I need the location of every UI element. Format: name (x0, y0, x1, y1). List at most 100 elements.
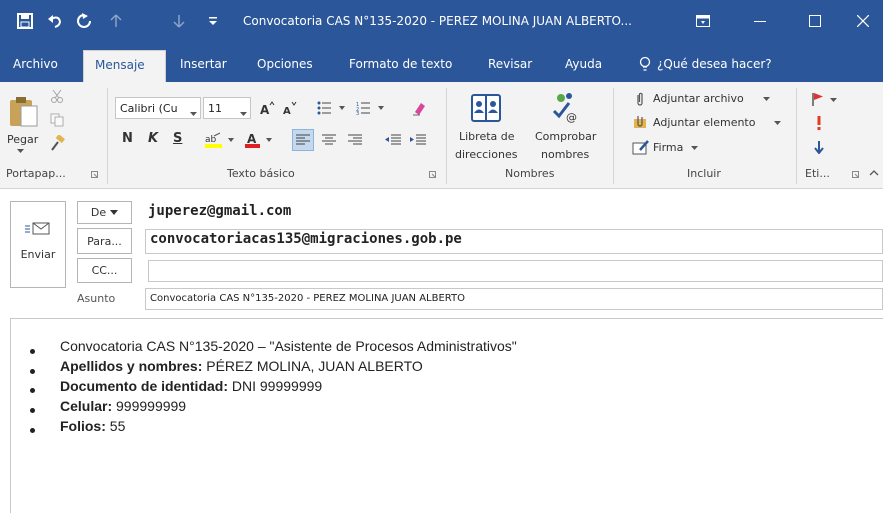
body-line-2-label: Apellidos y nombres: (60, 358, 203, 374)
follow-up-dropdown-icon[interactable] (828, 95, 838, 105)
to-field[interactable]: convocatoriacas135@migraciones.gob.pe (145, 229, 883, 254)
underline-button[interactable]: S (173, 131, 182, 146)
tell-me-search[interactable]: ¿Qué desea hacer? (657, 57, 772, 71)
tab-opciones[interactable]: Opciones (257, 57, 313, 71)
highlight-icon[interactable]: ab (203, 129, 239, 151)
address-book-line2[interactable]: direcciones (455, 148, 517, 161)
body-line-4: Celular: 999999999 (60, 398, 186, 414)
undo-icon[interactable] (44, 11, 66, 31)
attach-file-button[interactable]: Adjuntar archivo (653, 92, 744, 105)
bullet (30, 408, 35, 413)
tab-mensaje-label: Mensaje (95, 58, 145, 72)
signature-dropdown-icon[interactable] (689, 143, 699, 153)
paste-dropdown-icon[interactable] (15, 147, 25, 155)
check-names-line1[interactable]: Comprobar (535, 130, 596, 143)
attach-item-dropdown-icon[interactable] (772, 118, 782, 128)
close-icon[interactable] (843, 8, 883, 34)
bullets-icon[interactable] (316, 97, 352, 119)
tab-ayuda[interactable]: Ayuda (565, 57, 602, 71)
align-right-icon[interactable] (344, 129, 366, 151)
attach-item-icon (632, 114, 650, 130)
align-left-icon[interactable] (292, 129, 314, 151)
signature-button[interactable]: Firma (653, 141, 683, 154)
arrow-down-icon[interactable] (170, 11, 188, 31)
minimize-icon[interactable] (740, 8, 780, 34)
tags-launcher-icon[interactable] (851, 170, 859, 178)
from-dropdown-icon (110, 210, 119, 215)
body-line-3: Documento de identidad: DNI 99999999 (60, 378, 322, 394)
align-center-icon[interactable] (318, 129, 340, 151)
body-line-2-value: PÉREZ MOLINA, JUAN ALBERTO (202, 358, 423, 374)
font-name-combo[interactable]: Calibri (Cu (115, 97, 201, 119)
maximize-icon[interactable] (795, 8, 835, 34)
address-book-line1[interactable]: Libreta de (459, 130, 515, 143)
svg-text:A: A (247, 132, 257, 146)
shrink-font-icon[interactable]: A (281, 97, 299, 119)
bullet (30, 369, 35, 374)
clipboard-launcher-icon[interactable] (90, 170, 98, 178)
save-icon[interactable] (14, 11, 36, 31)
decrease-indent-icon[interactable] (382, 129, 404, 151)
to-value: convocatoriacas135@migraciones.gob.pe (150, 231, 462, 247)
tab-formato-de-texto[interactable]: Formato de texto (349, 57, 452, 71)
tab-mensaje[interactable]: Mensaje (83, 50, 166, 82)
include-group-label: Incluir (687, 167, 721, 180)
clipboard-group-label: Portapap... (6, 167, 66, 180)
attach-file-dropdown-icon[interactable] (761, 94, 771, 104)
subject-label: Asunto (77, 292, 116, 305)
increase-indent-icon[interactable] (407, 129, 429, 151)
tab-archivo[interactable]: Archivo (13, 57, 58, 71)
follow-up-flag-icon[interactable] (810, 91, 826, 107)
send-label: Enviar (20, 248, 56, 261)
arrow-up-icon[interactable] (107, 11, 125, 31)
ribbon-display-options-icon[interactable] (683, 8, 723, 34)
low-importance-icon[interactable] (812, 138, 826, 156)
collapse-ribbon-icon[interactable] (867, 166, 881, 180)
body-line-3-value: DNI 99999999 (228, 378, 323, 394)
format-painter-icon[interactable] (48, 134, 66, 152)
body-line-3-label: Documento de identidad: (60, 378, 228, 394)
numbering-icon[interactable]: 123 (355, 97, 391, 119)
redo-icon[interactable] (73, 11, 95, 31)
font-size-dropdown-icon[interactable] (240, 106, 247, 119)
send-icon (25, 222, 50, 235)
paperclip-icon (633, 91, 647, 107)
copy-icon[interactable] (48, 112, 66, 128)
send-button[interactable]: Enviar (10, 201, 66, 288)
cc-field[interactable] (148, 260, 883, 282)
font-color-icon[interactable]: A (243, 129, 279, 151)
italic-button[interactable]: K (148, 131, 158, 146)
customize-qat-icon[interactable] (206, 11, 220, 31)
tab-revisar[interactable]: Revisar (488, 57, 532, 71)
window-title: Convocatoria CAS N°135-2020 - PEREZ MOLI… (243, 14, 632, 28)
cc-button[interactable]: CC... (77, 258, 132, 283)
address-book-icon[interactable] (468, 90, 504, 126)
tab-insertar[interactable]: Insertar (180, 57, 227, 71)
body-line-1: Convocatoria CAS N°135-2020 – "Asistente… (60, 338, 517, 354)
font-name-dropdown-icon[interactable] (190, 106, 197, 119)
paste-icon[interactable] (5, 93, 41, 129)
grow-font-icon[interactable]: A (257, 97, 277, 119)
subject-value: Convocatoria CAS N°135-2020 - PEREZ MOLI… (150, 293, 465, 304)
bold-button[interactable]: N (122, 131, 133, 146)
attach-item-button[interactable]: Adjuntar elemento (653, 116, 755, 129)
svg-text:A: A (260, 103, 270, 116)
from-button[interactable]: De (77, 201, 132, 224)
svg-text:@: @ (566, 111, 577, 123)
to-button[interactable]: Para... (77, 228, 132, 254)
tags-group-label: Eti... (805, 167, 830, 180)
paste-label[interactable]: Pegar (7, 133, 38, 146)
bullet (30, 349, 35, 354)
subject-field[interactable]: Convocatoria CAS N°135-2020 - PEREZ MOLI… (145, 288, 883, 310)
body-line-5-label: Folios: (60, 418, 106, 434)
high-importance-icon[interactable] (812, 114, 826, 132)
from-label: De (90, 206, 107, 219)
check-names-icon[interactable]: @ (547, 88, 583, 126)
font-size-combo[interactable]: 11 (203, 97, 251, 119)
clear-formatting-icon[interactable] (408, 97, 430, 119)
check-names-line2[interactable]: nombres (541, 148, 589, 161)
basic-text-launcher-icon[interactable] (428, 170, 436, 178)
cut-icon[interactable] (48, 88, 66, 104)
svg-text:3: 3 (356, 111, 359, 115)
body-line-5: Folios: 55 (60, 418, 125, 434)
